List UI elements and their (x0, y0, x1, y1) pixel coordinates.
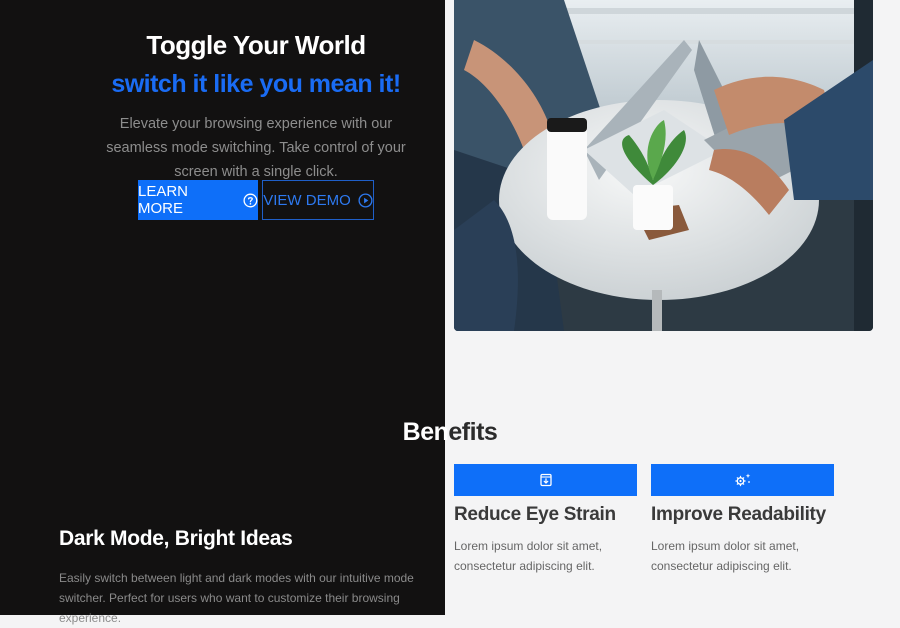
settings-sparkle-icon (734, 473, 750, 487)
benefit-card-icon-bar (454, 464, 637, 496)
hero-subtitle: switch it like you mean it! (111, 70, 401, 98)
learn-more-button[interactable]: LEARN MORE (138, 180, 258, 220)
play-circle-icon (358, 192, 373, 208)
dark-mode-section-title: Dark Mode, Bright Ideas (59, 527, 293, 550)
view-demo-button[interactable]: VIEW DEMO (262, 180, 374, 220)
view-demo-label: VIEW DEMO (263, 191, 351, 209)
benefit-card-text: Lorem ipsum dolor sit amet, consectetur … (454, 539, 603, 573)
hero-photo (454, 0, 873, 331)
question-circle-icon (243, 193, 258, 207)
benefits-title: Benefits (0, 418, 900, 447)
benefit-card-title: Improve Readability (651, 504, 826, 525)
benefits-title-dark-part: efits (448, 418, 498, 446)
save-download-icon (539, 473, 552, 487)
hero-title: Toggle Your World (146, 30, 366, 60)
benefit-card-text: Lorem ipsum dolor sit amet, consectetur … (651, 539, 800, 573)
benefits-title-light-part: Ben (402, 418, 449, 446)
benefit-card-title: Reduce Eye Strain (454, 504, 616, 525)
workspace-photo (454, 0, 873, 331)
learn-more-label: LEARN MORE (138, 183, 189, 217)
hero-description: Elevate your browsing experience with ou… (106, 116, 406, 180)
dark-mode-section-text: Easily switch between light and dark mod… (59, 571, 414, 625)
benefit-card-icon-bar (651, 464, 834, 496)
